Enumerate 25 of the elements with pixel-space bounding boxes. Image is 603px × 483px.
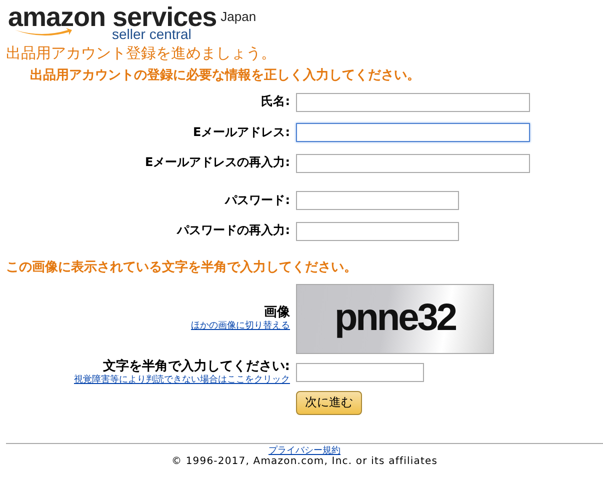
page-title: 出品用アカウント登録を進めましょう。 (6, 45, 277, 62)
field-label: 氏名: (260, 95, 290, 109)
accessibility-link[interactable]: 視覚障害等により判読できない場合はここをクリック (74, 374, 290, 385)
input-field[interactable] (296, 154, 530, 173)
captcha-text: pnne32 (334, 296, 456, 340)
input-field[interactable] (296, 222, 459, 241)
input-field[interactable] (296, 363, 424, 382)
copyright-text: © 1996-2017, Amazon.com, Inc. or its affiliates (171, 456, 438, 468)
field-label: Eメールアドレス: (192, 126, 290, 140)
logo-subtitle: seller central (112, 27, 192, 41)
input-field[interactable] (296, 123, 530, 142)
field-label: Eメールアドレスの再入力: (144, 156, 290, 170)
input-field[interactable] (296, 92, 530, 112)
input-field[interactable] (296, 191, 459, 210)
logo-region: Japan (220, 10, 256, 25)
field-label: パスワード: (224, 194, 290, 208)
image-label: 画像 (264, 306, 290, 320)
field-label: パスワードの再入力: (176, 224, 290, 238)
refresh-image-link[interactable]: ほかの画像に切り替える (191, 320, 290, 332)
section-subtitle: 出品用アカウントの登録に必要な情報を正しく入力してください。 (30, 69, 421, 84)
logo-text: amazon services (8, 4, 217, 30)
captcha-heading: この画像に表示されている文字を半角で入力してください。 (6, 260, 358, 276)
next-button[interactable]: 次に進む (296, 390, 362, 415)
privacy-link[interactable]: プライバシー規約 (268, 446, 340, 456)
field-label: 文字を半角で入力してください: (102, 360, 290, 374)
